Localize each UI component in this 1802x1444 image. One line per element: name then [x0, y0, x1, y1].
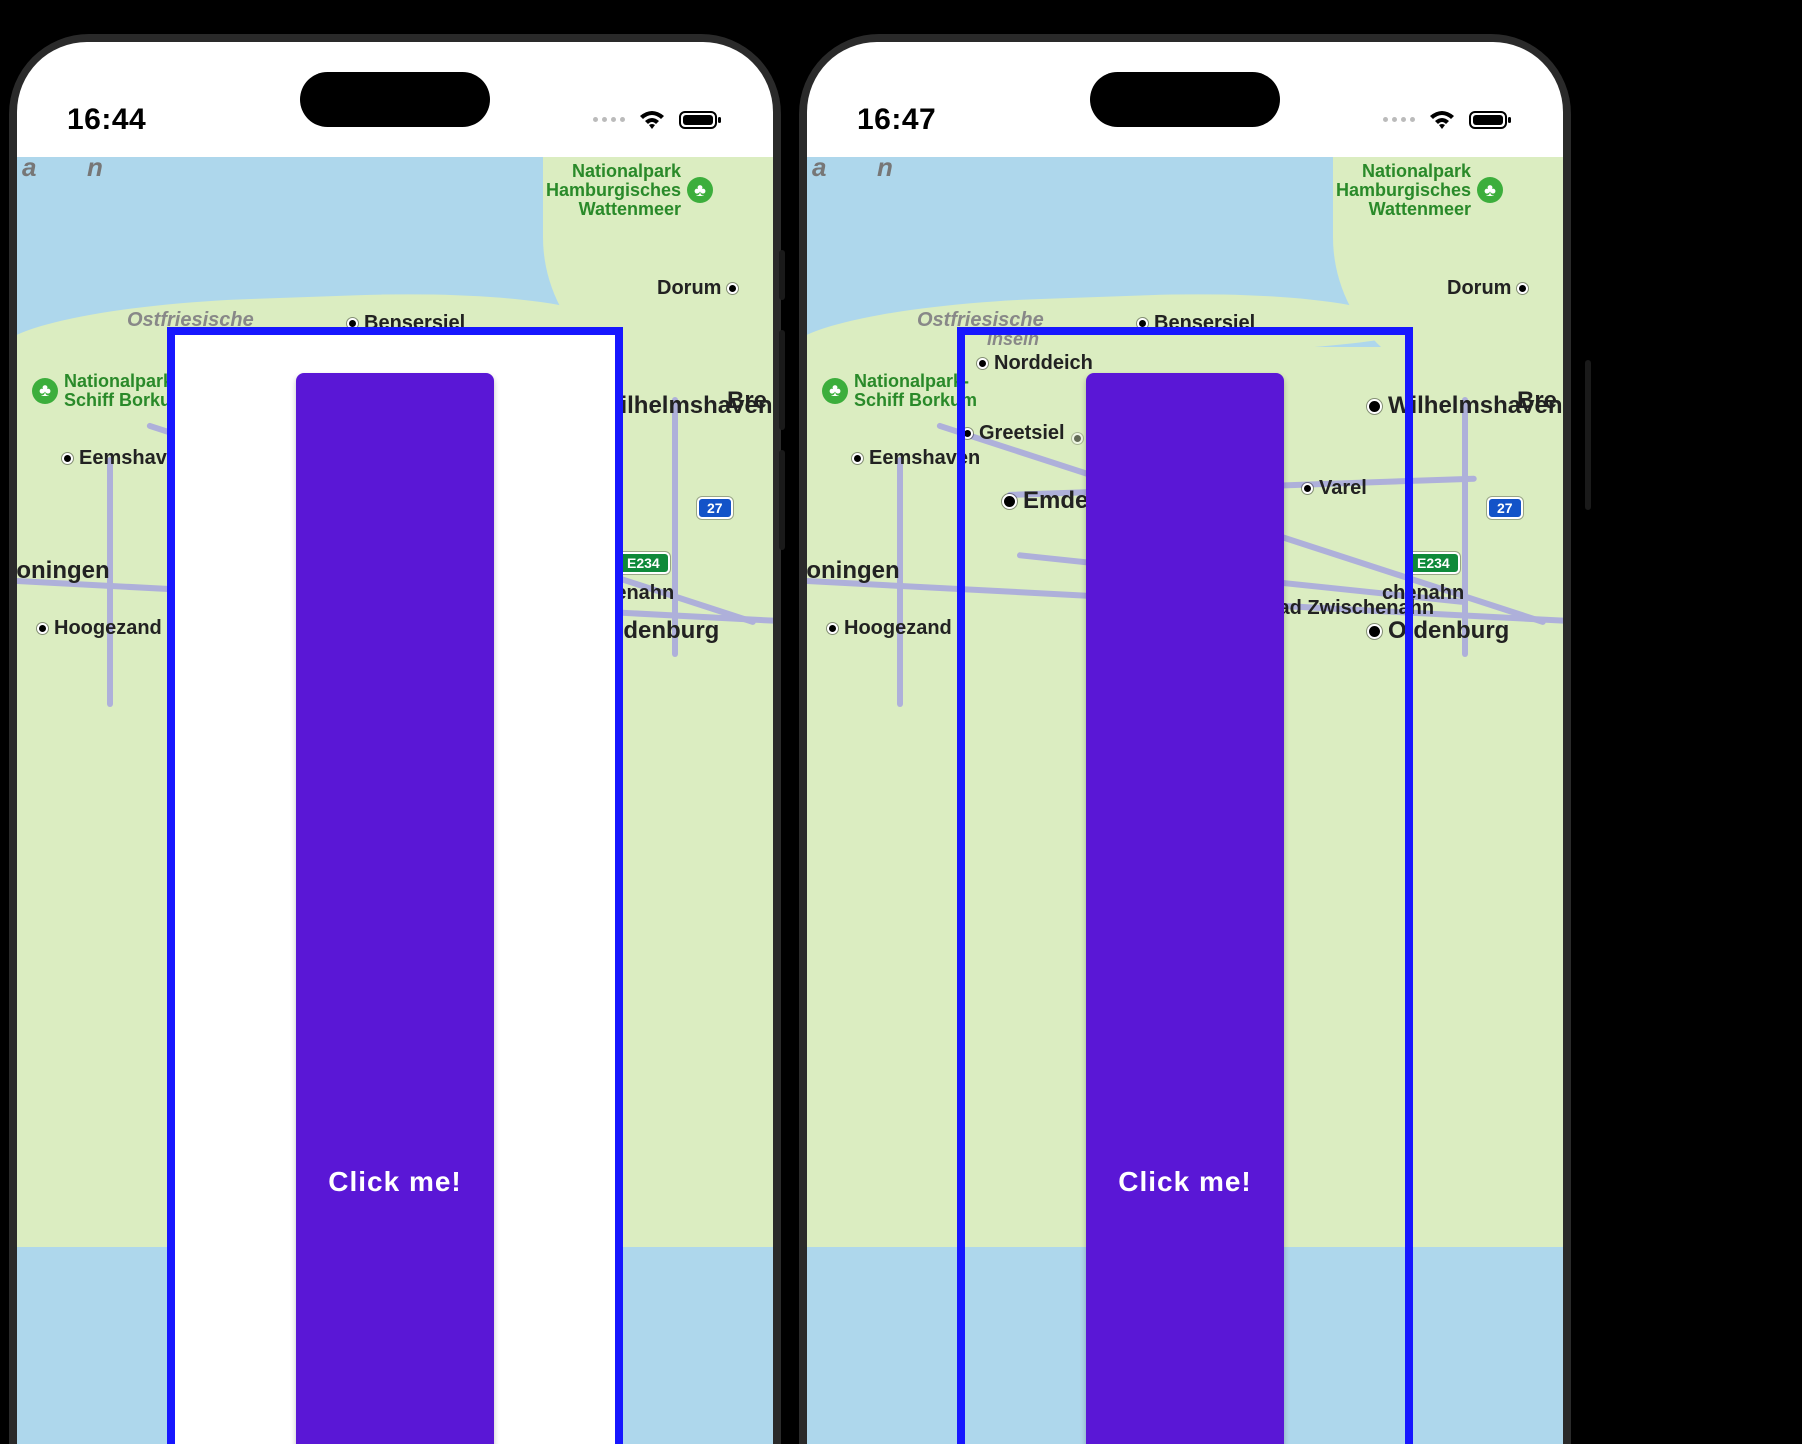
phone-bezel: 16:44: [9, 34, 781, 1444]
status-indicators: [1383, 109, 1513, 131]
phone-screen: 16:44: [17, 42, 773, 1444]
map-highway-shield: 27: [697, 497, 733, 519]
map-highway-shield: E234: [1407, 552, 1460, 574]
map-city-label: Dorum: [657, 277, 738, 300]
map-city-dot: [37, 623, 48, 634]
phone-power-button: [1585, 360, 1591, 510]
phone-screen: 16:47: [807, 42, 1563, 1444]
click-me-button[interactable]: Click me!: [1086, 373, 1284, 1444]
map-sea-label: a: [22, 157, 36, 183]
status-time: 16:44: [67, 103, 146, 137]
wifi-icon: [1427, 109, 1457, 131]
park-name: Nationalpark Hamburgisches Wattenmeer: [1336, 162, 1471, 219]
map-park-label: Nationalpark Hamburgisches Wattenmeer ♣: [1336, 162, 1503, 219]
map-city-label: Bre: [727, 387, 767, 415]
phone-right: 16:47: [785, 20, 1585, 1444]
map-city-dot: [827, 623, 838, 634]
map-city-label: Hoogezand: [37, 617, 162, 640]
cell-signal-icon: [593, 117, 625, 122]
map-city-name: Dorum: [657, 277, 721, 300]
cell-signal-icon: [1383, 117, 1415, 122]
map-city-label: Bre: [1517, 387, 1557, 415]
phone-left: 16:44: [0, 20, 795, 1444]
map-city-dot: [62, 453, 73, 464]
map-park-label: Nationalpark- Schiff Borkum ♣: [822, 372, 977, 410]
map-city-label: Dorum: [1447, 277, 1528, 300]
tree-icon: ♣: [1477, 177, 1503, 203]
map-view[interactable]: a n Ostfriesische Nationalpark Hamburgis…: [17, 157, 773, 1444]
dynamic-island: [1090, 72, 1280, 127]
phone-volume-up: [779, 330, 785, 430]
map-highway-shield: E234: [617, 552, 670, 574]
wifi-icon: [637, 109, 667, 131]
map-park-label: Nationalpark Hamburgisches Wattenmeer ♣: [546, 162, 713, 219]
map-city-name: Bre: [1517, 387, 1557, 415]
map-city-label: roningen: [807, 557, 900, 585]
dynamic-island: [300, 72, 490, 127]
battery-icon: [679, 109, 723, 131]
park-name: Nationalpark Hamburgisches Wattenmeer: [546, 162, 681, 219]
tree-icon: ♣: [687, 177, 713, 203]
map-city-name: Hoogezand: [844, 617, 952, 640]
overlay-panel: Click me!: [957, 327, 1413, 1444]
map-city-dot: [1517, 283, 1528, 294]
map-sea-label: n: [877, 157, 893, 183]
tree-icon: ♣: [32, 378, 58, 404]
phone-volume-down: [779, 450, 785, 550]
map-city-name: Hoogezand: [54, 617, 162, 640]
map-city-name: Dorum: [1447, 277, 1511, 300]
map-city-name: Bre: [727, 387, 767, 415]
battery-icon: [1469, 109, 1513, 131]
map-city-dot: [852, 453, 863, 464]
map-sea-label: n: [87, 157, 103, 183]
phone-side-button: [779, 250, 785, 300]
map-city-name: roningen: [807, 557, 900, 585]
map-highway-shield: 27: [1487, 497, 1523, 519]
phone-bezel: 16:47: [799, 34, 1571, 1444]
map-view[interactable]: a n Ostfriesische Inseln Nationalpark Ha…: [807, 157, 1563, 1444]
status-indicators: [593, 109, 723, 131]
status-time: 16:47: [857, 103, 936, 137]
overlay-panel: Click me!: [167, 327, 623, 1444]
map-park-label: Nationalpark- Schiff Borkum ♣: [32, 372, 187, 410]
map-city-label: Hoogezand: [827, 617, 952, 640]
map-city-dot: [727, 283, 738, 294]
click-me-button[interactable]: Click me!: [296, 373, 494, 1444]
map-sea-label: a: [812, 157, 826, 183]
tree-icon: ♣: [822, 378, 848, 404]
map-city-label: roningen: [17, 557, 110, 585]
map-city-name: roningen: [17, 557, 110, 585]
